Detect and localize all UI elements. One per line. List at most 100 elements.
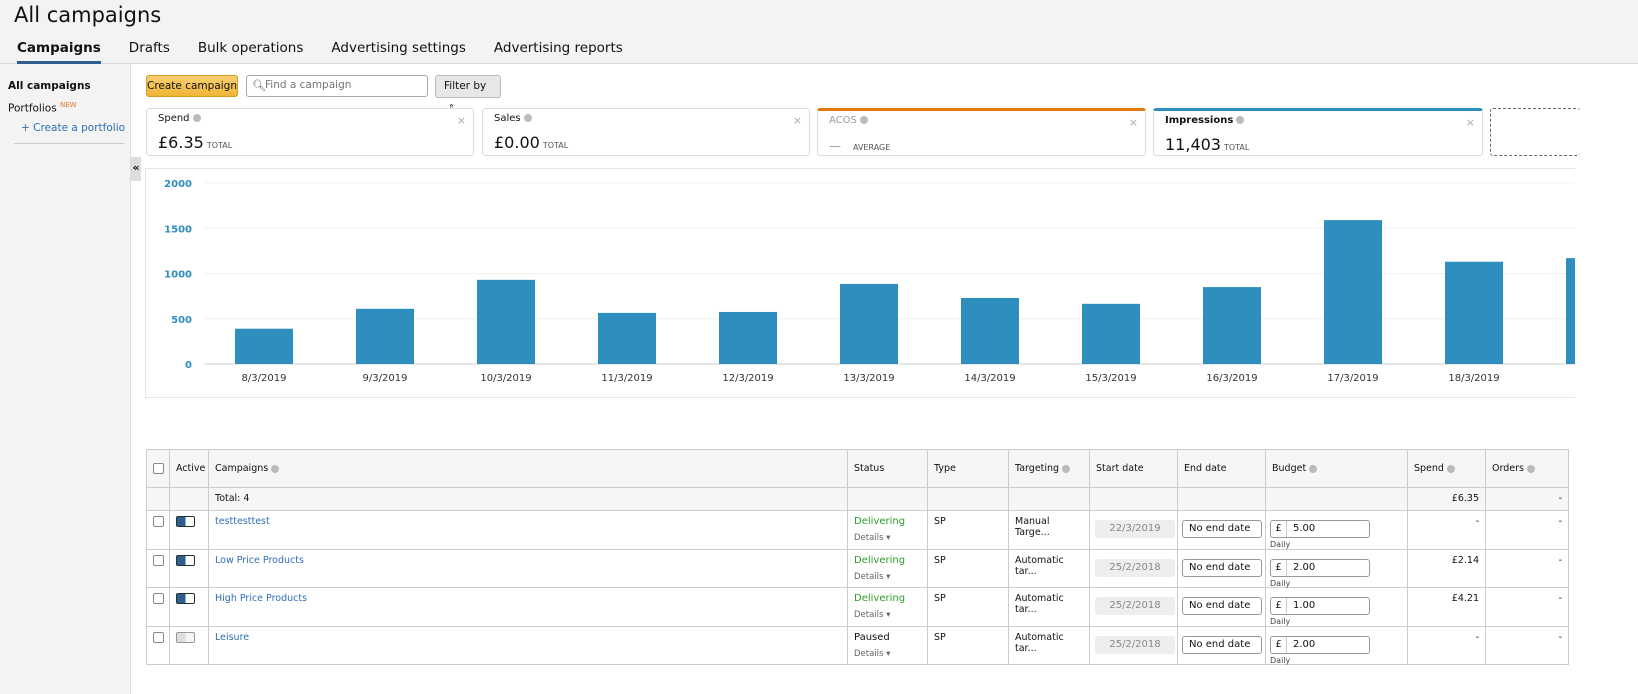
bar[interactable] (356, 308, 414, 364)
total-label: Total: 4 (215, 493, 250, 504)
status-text: Delivering (854, 593, 906, 604)
total-spend: £6.35 (1451, 493, 1479, 504)
info-icon[interactable] (523, 114, 532, 122)
active-toggle[interactable] (176, 554, 195, 566)
search-input[interactable] (265, 79, 425, 91)
campaign-link[interactable]: Leisure (215, 632, 249, 643)
info-icon[interactable] (1446, 464, 1455, 473)
info-icon[interactable] (1526, 464, 1535, 473)
info-icon[interactable] (1062, 464, 1071, 473)
targeting-value: Automatic tar... (1015, 593, 1064, 615)
x-tick-label: 12/3/2019 (722, 373, 773, 384)
end-date-input[interactable]: No end date (1182, 558, 1262, 577)
bar[interactable] (1445, 261, 1503, 364)
x-tick-label: 18/3/2019 (1448, 373, 1499, 384)
bar[interactable] (477, 279, 535, 364)
budget-period: Daily (1270, 617, 1291, 626)
metric-number: £0.00 (494, 133, 540, 152)
close-icon[interactable]: × (457, 114, 466, 127)
spend-value: - (1475, 631, 1479, 643)
end-date-input[interactable]: No end date (1182, 520, 1262, 538)
bar[interactable] (1324, 220, 1382, 364)
chart-svg: 0 500 1000 1500 2000 8/3/2019 9/3/2019 10/3/201… (164, 179, 1575, 384)
info-icon[interactable] (859, 116, 868, 124)
campaign-link[interactable]: High Price Products (215, 593, 307, 604)
details-dropdown[interactable]: Details ▾ (854, 572, 921, 582)
budget-input[interactable]: £2.00 (1270, 635, 1370, 654)
tab-drafts[interactable]: Drafts (129, 40, 170, 64)
budget-input[interactable]: £5.00 (1270, 520, 1370, 538)
row-checkbox[interactable] (153, 593, 164, 604)
metric-suffix: TOTAL (1223, 143, 1250, 152)
type-value: SP (934, 593, 946, 604)
metric-name: Impressions (1165, 115, 1234, 126)
cell: SP (928, 549, 1009, 587)
end-date-input[interactable]: No end date (1182, 635, 1262, 654)
close-icon[interactable]: × (1466, 116, 1475, 129)
bar[interactable] (235, 328, 293, 364)
row-checkbox[interactable] (153, 631, 164, 643)
create-portfolio-link[interactable]: + Create a portfolio (21, 122, 125, 134)
cell: £4.21 (1408, 588, 1486, 626)
collapse-sidebar-icon[interactable]: « (131, 157, 141, 181)
bar[interactable] (1566, 258, 1575, 364)
campaign-link[interactable]: testtesttest (215, 516, 270, 527)
tab-advertising-settings[interactable]: Advertising settings (331, 40, 466, 64)
close-icon[interactable]: × (793, 114, 802, 127)
row-checkbox[interactable] (153, 554, 164, 566)
cell (147, 511, 170, 549)
cell: 25/2/2018 (1090, 588, 1178, 626)
total-row: Total: 4 £6.35 - (146, 488, 1569, 511)
budget-value: 5.00 (1293, 523, 1316, 534)
cell (1090, 488, 1178, 510)
create-campaign-button[interactable]: Create campaign (146, 75, 238, 97)
metric-suffix: TOTAL (542, 141, 569, 150)
bar[interactable] (840, 283, 898, 364)
tab-campaigns[interactable]: Campaigns (17, 40, 101, 64)
details-dropdown[interactable]: Details ▾ (854, 649, 921, 659)
budget-input[interactable]: £2.00 (1270, 558, 1370, 577)
cell: Orders (1486, 450, 1569, 487)
tab-advertising-reports[interactable]: Advertising reports (494, 40, 623, 64)
filter-by-button[interactable]: Filter by ⇕ (435, 75, 501, 112)
info-icon[interactable] (1309, 464, 1318, 473)
sidebar-item-all-campaigns[interactable]: All campaigns (8, 80, 91, 92)
metric-card-impressions[interactable]: Impressions × 11,403 TOTAL (1153, 108, 1483, 156)
bar[interactable] (961, 297, 1019, 364)
cell: - (1486, 588, 1569, 626)
active-toggle[interactable] (176, 631, 195, 643)
campaign-link[interactable]: Low Price Products (215, 555, 304, 566)
bar[interactable] (1203, 287, 1261, 364)
details-dropdown[interactable]: Details ▾ (854, 610, 921, 620)
end-date-input[interactable]: No end date (1182, 597, 1262, 615)
metric-card-sales[interactable]: Sales × £0.00 TOTAL (482, 108, 810, 156)
row-checkbox[interactable] (153, 516, 164, 527)
cell: £2.00 Daily (1266, 626, 1408, 665)
cell: No end date (1178, 588, 1266, 626)
budget-input[interactable]: £1.00 (1270, 597, 1370, 615)
add-metric-placeholder[interactable] (1490, 108, 1580, 156)
bar[interactable] (598, 312, 656, 364)
bar[interactable] (719, 311, 777, 364)
header-status: Status (854, 463, 885, 474)
tab-bulk-operations[interactable]: Bulk operations (198, 40, 304, 64)
sidebar-item-portfolios[interactable]: Portfolios NEW (8, 101, 77, 115)
info-icon[interactable] (271, 464, 280, 473)
header-start-date: Start date (1096, 463, 1144, 474)
targeting-value: Automatic tar... (1015, 554, 1064, 577)
cell: - (1408, 511, 1486, 549)
close-icon[interactable]: × (1129, 116, 1138, 129)
details-dropdown[interactable]: Details ▾ (854, 533, 921, 543)
filter-label: Filter by (444, 80, 487, 92)
metric-card-acos[interactable]: ACOS × — AVERAGE (817, 108, 1146, 156)
active-toggle[interactable] (176, 516, 195, 527)
targeting-value: Automatic tar... (1015, 631, 1064, 654)
spend-value: £2.14 (1451, 554, 1479, 566)
header-active: Active (176, 463, 206, 474)
bar[interactable] (1082, 303, 1140, 364)
info-icon[interactable] (192, 114, 201, 122)
active-toggle[interactable] (176, 593, 195, 604)
metric-card-spend[interactable]: Spend × £6.35 TOTAL (146, 108, 474, 156)
info-icon[interactable] (1236, 116, 1245, 124)
select-all-checkbox[interactable] (153, 463, 164, 474)
